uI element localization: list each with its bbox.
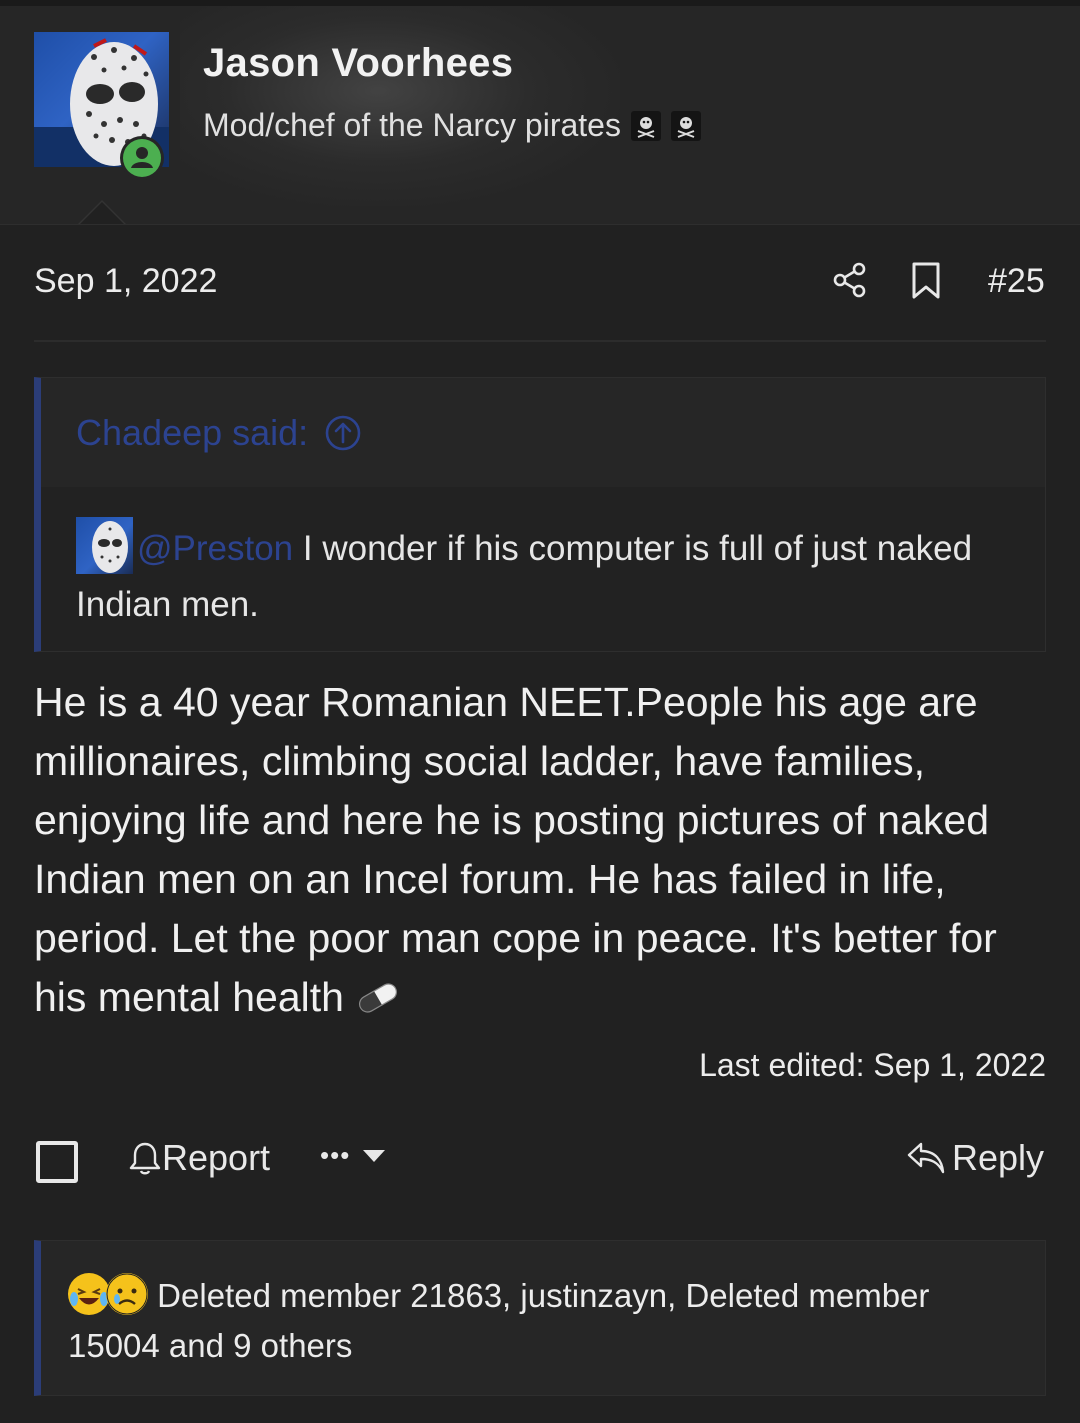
quote-body: @Preston I wonder if his computer is ful…: [76, 517, 976, 633]
sad-emoji: [106, 1273, 148, 1315]
post-number[interactable]: #25: [988, 262, 1045, 301]
reply-icon: [907, 1142, 945, 1174]
quote-header[interactable]: Chadeep said:: [41, 378, 1045, 487]
username[interactable]: Jason Voorhees: [203, 41, 513, 86]
report-label: Report: [162, 1137, 271, 1178]
more-options-button[interactable]: •••: [320, 1140, 386, 1171]
post-date[interactable]: Sep 1, 2022: [34, 262, 217, 301]
more-label: •••: [320, 1140, 351, 1170]
select-post-checkbox[interactable]: [36, 1141, 78, 1183]
pill-icon: [358, 983, 397, 1013]
header-notch: [74, 202, 130, 224]
mention-link[interactable]: @Preston: [137, 529, 293, 568]
report-button[interactable]: Report: [128, 1137, 270, 1179]
pirate-flag-icon: [630, 110, 661, 141]
reactions-text: Deleted member 21863, justinzayn, Delete…: [68, 1277, 930, 1364]
share-icon[interactable]: [832, 262, 868, 298]
last-edited: Last edited: Sep 1, 2022: [699, 1047, 1046, 1083]
post-body: He is a 40 year Romanian NEET.People his…: [34, 673, 1046, 1027]
reactions-summary[interactable]: Deleted member 21863, justinzayn, Delete…: [68, 1271, 968, 1371]
pirate-flag-icon: [670, 110, 701, 141]
post-body-text: He is a 40 year Romanian NEET.People his…: [34, 679, 997, 1020]
reply-button[interactable]: Reply: [906, 1137, 1044, 1179]
caret-down-icon: [363, 1149, 386, 1162]
online-user-icon: [123, 139, 161, 177]
user-title-text: Mod/chef of the Narcy pirates: [203, 107, 621, 143]
user-title: Mod/chef of the Narcy pirates: [203, 107, 701, 144]
jump-to-quote-icon[interactable]: [324, 414, 362, 452]
reactions-bar[interactable]: Deleted member 21863, justinzayn, Delete…: [34, 1240, 1046, 1396]
bookmark-icon[interactable]: [911, 262, 941, 300]
header-glow: [180, 6, 620, 206]
bell-icon: [129, 1142, 161, 1175]
preston-avatar[interactable]: [76, 517, 133, 574]
user-header: Jason Voorhees Mod/chef of the Narcy pir…: [0, 6, 1080, 225]
online-status-badge: [120, 136, 164, 180]
quote-block: Chadeep said: @Preston I wonder if his c…: [34, 377, 1046, 652]
reply-label: Reply: [951, 1137, 1044, 1178]
laughing-crying-emoji: [68, 1273, 110, 1315]
quote-author[interactable]: Chadeep said:: [76, 412, 308, 454]
meta-divider: [34, 340, 1046, 342]
